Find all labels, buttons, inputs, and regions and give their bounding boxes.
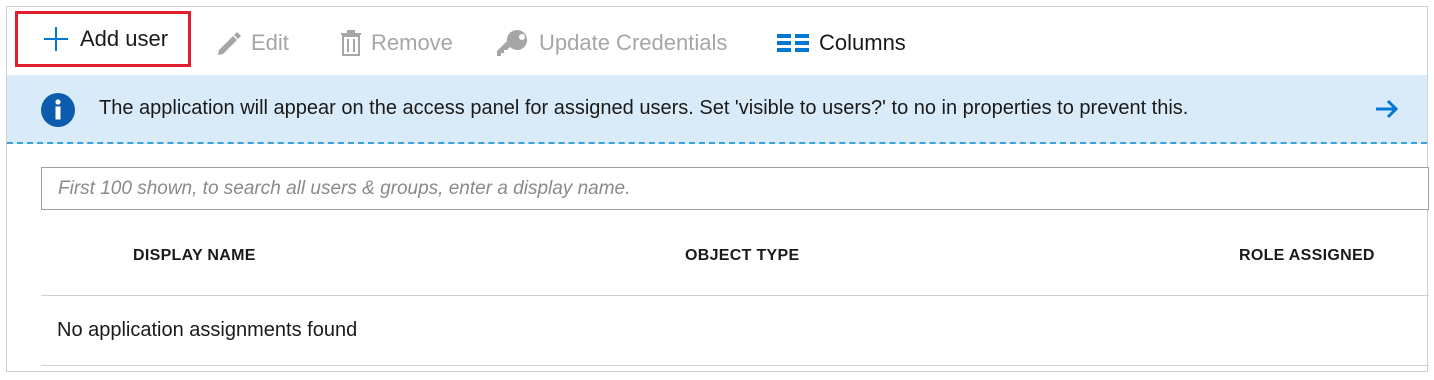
search-input[interactable] [41,167,1429,210]
update-credentials-button[interactable]: Update Credentials [497,25,727,61]
arrow-right-icon[interactable] [1373,95,1401,123]
edit-button[interactable]: Edit [213,25,289,61]
toolbar: Add user Edit Remove Update Credentials … [7,7,1427,75]
add-user-label: Add user [80,26,169,51]
remove-button[interactable]: Remove [339,25,453,61]
plus-icon [42,25,70,53]
remove-label: Remove [371,30,453,55]
column-header-display-name[interactable]: DISPLAY NAME [133,247,256,265]
update-credentials-label: Update Credentials [539,30,728,55]
columns-label: Columns [819,30,906,55]
trash-icon [339,29,363,57]
column-header-object-type[interactable]: OBJECT TYPE [685,247,799,265]
info-icon [41,93,75,127]
users-and-groups-panel: Add user Edit Remove Update Credentials … [6,6,1429,372]
columns-button[interactable]: Columns [777,25,906,61]
row-divider [41,365,1429,366]
banner-message: The application will appear on the acces… [99,97,1189,119]
edit-label: Edit [251,30,289,55]
info-banner: The application will appear on the acces… [7,75,1427,144]
column-header-role-assigned[interactable]: ROLE ASSIGNED [1239,247,1375,265]
key-icon [497,28,531,58]
pencil-icon [213,28,243,58]
header-divider [41,295,1429,296]
add-user-button[interactable]: Add user [15,11,191,67]
columns-icon [777,32,811,54]
empty-state-message: No application assignments found [57,319,358,341]
